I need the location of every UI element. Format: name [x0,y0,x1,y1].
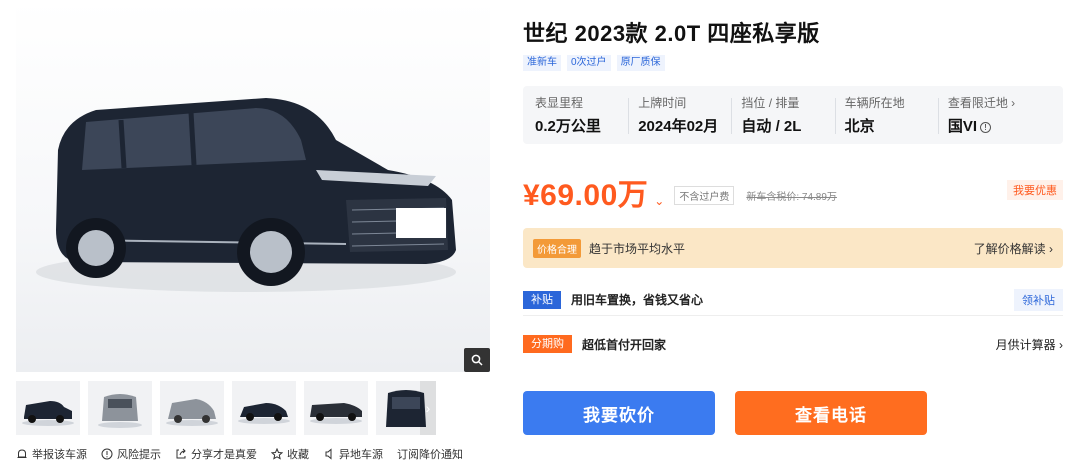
location-icon [325,448,332,460]
spec-mileage: 表显里程 0.2万公里 [535,96,638,135]
listing-actions: 举报该车源 风险提示 分享才是真爱 收藏 异地车源 订阅降价通知 [16,446,463,462]
installment-row: 分期购 超低首付开回家 月供计算器 › [523,328,1063,360]
excludes-transfer-fee-badge: 不含过户费 [674,186,735,205]
thumbnail-4[interactable] [232,381,296,435]
subsidy-text: 用旧车置换，省钱又省心 [571,293,704,307]
car-image [36,98,456,292]
price-assessment-text: 趋于市场平均水平 [589,241,686,256]
report-listing-action[interactable]: 举报该车源 [16,446,87,462]
thumbnail-6[interactable]: › [376,381,436,435]
listing-tags: 准新车 0次过户 原厂质保 [523,55,665,71]
spec-value: 自动 / 2L [741,118,802,135]
remote-listing-label: 异地车源 [339,449,383,461]
spec-location: 车辆所在地 北京 [834,96,948,135]
installment-text: 超低首付开回家 [582,337,667,352]
tag-near-new: 准新车 [523,55,561,71]
report-listing-label: 举报该车源 [32,449,87,461]
info-icon[interactable]: ! [980,122,991,133]
monthly-payment-calculator-link[interactable]: 月供计算器 › [996,336,1063,353]
price-alert-action[interactable]: 订阅降价通知 [397,446,463,462]
spec-label: 上牌时间 [638,96,687,110]
spec-label: 挡位 / 排量 [741,96,800,110]
new-car-price: 新车含税价: 74.89万 [746,192,837,203]
price-reasonable-badge: 价格合理 [533,238,581,258]
price-assessment-banner: 价格合理 趋于市场平均水平 了解价格解读 › [523,228,1063,268]
risk-warning-action[interactable]: 风险提示 [101,446,161,462]
spec-transmission: 挡位 / 排量 自动 / 2L [731,96,844,135]
subsidy-row: 补贴 用旧车置换，省钱又省心 领补贴 [523,284,1063,316]
thumbnail-2[interactable] [88,381,152,435]
price-alert-label: 订阅降价通知 [397,449,463,461]
bell-icon [17,449,27,458]
tag-factory-warranty: 原厂质保 [616,55,665,71]
view-phone-button[interactable]: 查看电话 [735,391,927,435]
zoom-button[interactable] [464,348,490,372]
star-icon [271,448,283,460]
spec-label: 车辆所在地 [844,96,905,110]
spec-registration: 上牌时间 2024年02月 [628,96,741,135]
emission-restriction-link[interactable]: 查看限迁地 › [948,96,1051,110]
thumbnail-next-arrow[interactable]: › [420,381,436,435]
claim-subsidy-button[interactable]: 领补贴 [1014,288,1063,311]
remote-listing-action[interactable]: 异地车源 [323,446,383,462]
price-analysis-link[interactable]: 了解价格解读 › [974,240,1053,257]
spec-value: 0.2万公里 [535,118,601,135]
magnifier-icon [471,354,483,366]
emission-standard: 国VI [947,118,977,135]
spec-value: 国VI! [948,115,1051,136]
share-label: 分享才是真爱 [191,449,257,461]
favorite-action[interactable]: 收藏 [271,446,309,462]
spec-value: 2024年02月 [638,118,719,135]
chevron-down-icon[interactable]: ⌄ [654,194,664,208]
bargain-button[interactable]: 我要砍价 [523,391,715,435]
favorite-label: 收藏 [287,449,309,461]
risk-warning-label: 风险提示 [117,449,161,461]
thumbnail-strip: › [16,381,490,435]
tag-no-transfer: 0次过户 [567,55,611,71]
spec-panel: 表显里程 0.2万公里 上牌时间 2024年02月 挡位 / 排量 自动 / 2… [523,86,1063,144]
spec-label: 表显里程 [535,96,584,110]
share-action[interactable]: 分享才是真爱 [175,446,257,462]
subsidy-badge: 补贴 [523,290,561,309]
spec-value: 北京 [844,118,875,135]
share-icon [176,448,186,459]
thumbnail-3[interactable] [160,381,224,435]
get-discount-button[interactable]: 我要优惠 [1007,180,1063,200]
spec-emission[interactable]: 查看限迁地 › 国VI! [937,96,1051,136]
listing-title: 世纪 2023款 2.0T 四座私享版 [523,21,820,46]
thumbnail-1[interactable] [16,381,80,435]
warning-icon [101,448,113,460]
main-car-photo[interactable] [16,0,490,372]
thumbnail-5[interactable] [304,381,368,435]
listing-price: ¥69.00万 [523,179,649,212]
price-row: ¥69.00万 ⌄ 不含过户费 新车含税价: 74.89万 我要优惠 [523,170,1063,212]
installment-badge: 分期购 [523,335,572,353]
